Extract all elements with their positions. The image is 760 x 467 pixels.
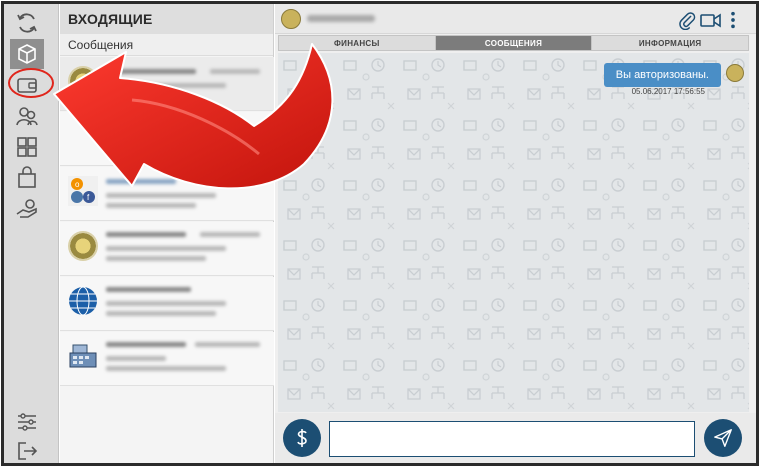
kebab-menu-icon: [731, 11, 735, 29]
refresh-icon: [17, 13, 37, 33]
message-timestamp: 05.06.2017 17:56:55: [631, 87, 705, 96]
list-item[interactable]: o f: [60, 167, 274, 221]
tab-information[interactable]: ИНФОРМАЦИЯ: [592, 36, 748, 50]
hand-coin-icon: [16, 199, 37, 218]
svg-text:o: o: [75, 180, 80, 189]
payment-button[interactable]: [10, 194, 44, 224]
shopping-bag-icon: [18, 166, 36, 188]
social-networks-icon: o f: [71, 178, 95, 203]
cash-register-icon: [69, 344, 97, 368]
video-call-button[interactable]: [699, 9, 721, 31]
contacts-button[interactable]: [10, 101, 44, 131]
send-money-button[interactable]: [283, 419, 321, 457]
chat-tabs: ФИНАНСЫ СООБЩЕНИЯ ИНФОРМАЦИЯ: [278, 35, 749, 51]
message-composer: [275, 413, 756, 463]
list-item[interactable]: [60, 332, 274, 386]
list-subtitle: Сообщения: [60, 34, 273, 56]
list-item[interactable]: [60, 277, 274, 331]
inbox-button[interactable]: [10, 39, 44, 69]
contact-avatar: [281, 9, 301, 29]
video-camera-icon: [700, 13, 721, 28]
globe-icon: [69, 286, 97, 316]
dollar-icon: [297, 429, 307, 447]
avatar: [68, 231, 98, 261]
avatar: [68, 66, 98, 96]
attach-button[interactable]: [676, 9, 698, 31]
chat-header: [275, 4, 756, 34]
settings-sliders-icon: [18, 413, 36, 431]
exit-icon: [18, 442, 38, 460]
list-title: ВХОДЯЩИЕ: [60, 4, 273, 34]
more-menu-button[interactable]: [726, 9, 740, 31]
webmoney-avatar: [68, 286, 98, 316]
paper-plane-icon: [714, 429, 732, 447]
settings-button[interactable]: [10, 407, 44, 437]
conversation-list: ВХОДЯЩИЕ Сообщения o f: [60, 4, 274, 463]
wallet-highlight-circle: [8, 68, 54, 98]
contacts-icon: [16, 107, 38, 126]
apps-icon: [17, 137, 37, 157]
social-avatar: o f: [68, 176, 98, 206]
contact-name-redacted: [307, 15, 375, 22]
message-input[interactable]: [329, 421, 695, 457]
sender-avatar: [726, 64, 744, 82]
app-window: ВХОДЯЩИЕ Сообщения o f ФИНАНСЫ СООБЩЕНИЯ…: [1, 1, 759, 466]
apps-button[interactable]: [10, 132, 44, 162]
tab-messages[interactable]: СООБЩЕНИЯ: [435, 36, 593, 50]
list-item[interactable]: [60, 112, 274, 166]
list-item[interactable]: [60, 222, 274, 276]
logout-button[interactable]: [10, 436, 44, 463]
send-button[interactable]: [704, 419, 742, 457]
refresh-button[interactable]: [10, 8, 44, 38]
message-feed: Вы авторизованы. 05.06.2017 17:56:55: [278, 53, 749, 412]
message-bubble: Вы авторизованы.: [603, 63, 721, 87]
tab-finance[interactable]: ФИНАНСЫ: [279, 36, 436, 50]
icon-rail: [4, 4, 59, 463]
box-icon: [18, 44, 36, 64]
list-item[interactable]: [60, 57, 274, 111]
shop-button[interactable]: [10, 163, 44, 193]
cash-register-avatar: [68, 341, 98, 371]
paperclip-icon: [679, 12, 696, 30]
chat-panel: ФИНАНСЫ СООБЩЕНИЯ ИНФОРМАЦИЯ Вы авторизо…: [275, 4, 756, 463]
background-pattern: [278, 53, 749, 412]
